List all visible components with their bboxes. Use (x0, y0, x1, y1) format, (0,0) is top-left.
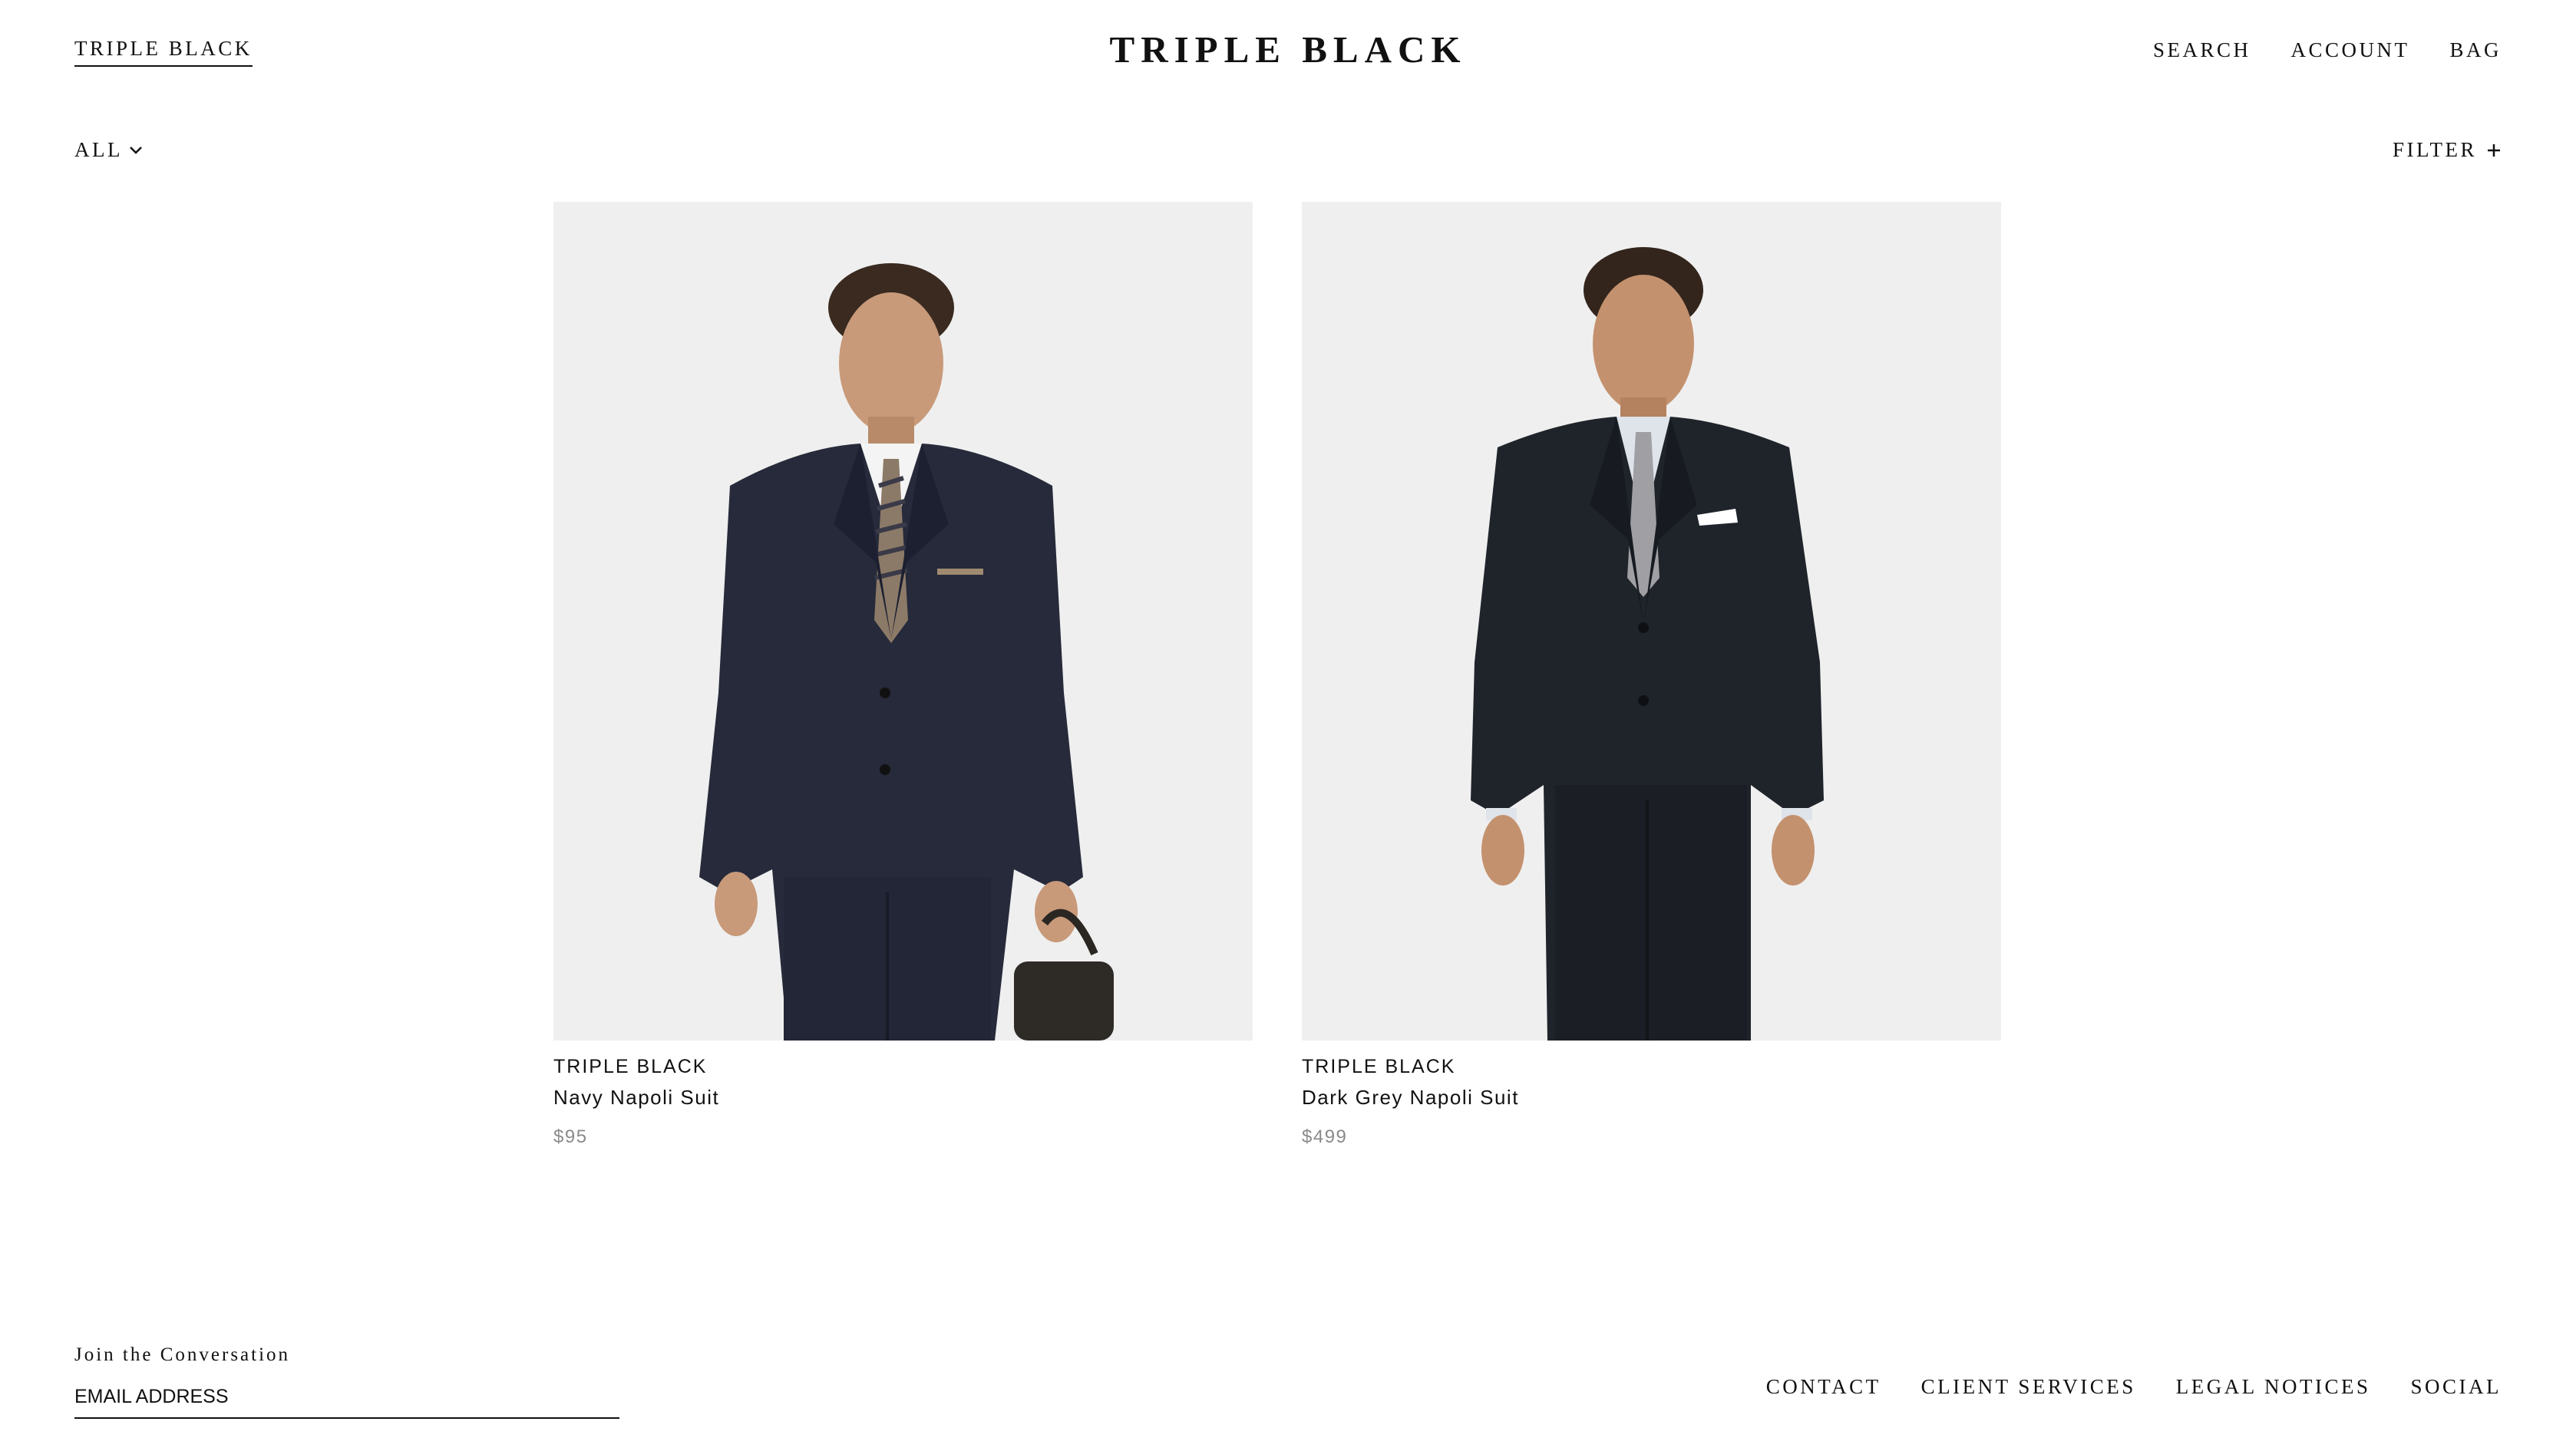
footer-link-contact[interactable]: CONTACT (1766, 1375, 1881, 1399)
footer-link-legal-notices[interactable]: LEGAL NOTICES (2176, 1375, 2371, 1399)
newsletter-label: Join the Conversation (74, 1344, 291, 1365)
nav-bag[interactable]: BAG (2449, 38, 2502, 62)
category-dropdown[interactable]: ALL (74, 138, 143, 162)
filter-button[interactable]: FILTER (2393, 138, 2502, 162)
product-card[interactable]: TRIPLE BLACK Navy Napoli Suit $95 (553, 202, 1253, 1148)
email-input[interactable] (74, 1386, 619, 1417)
footer-link-client-services[interactable]: CLIENT SERVICES (1921, 1375, 2136, 1399)
footer-nav: CONTACT CLIENT SERVICES LEGAL NOTICES SO… (1766, 1375, 2502, 1399)
header-nav: SEARCH ACCOUNT BAG (2153, 38, 2502, 62)
product-brand[interactable]: TRIPLE BLACK (1302, 1056, 2001, 1078)
product-name[interactable]: Navy Napoli Suit (553, 1086, 1253, 1110)
nav-search[interactable]: SEARCH (2153, 38, 2251, 62)
model-in-suit-illustration (553, 202, 1253, 1041)
site-logo-text[interactable]: TRIPLE BLACK (1110, 28, 1467, 71)
filter-button-label: FILTER (2392, 138, 2477, 161)
product-image[interactable] (1302, 202, 2001, 1041)
site-header: TRIPLE BLACK TRIPLE BLACK SEARCH ACCOUNT… (0, 0, 2576, 107)
chevron-down-icon (129, 146, 143, 155)
product-price: $499 (1302, 1126, 1348, 1147)
model-in-suit-illustration (1302, 202, 2001, 1041)
newsletter-form (74, 1386, 619, 1419)
product-grid: TRIPLE BLACK Navy Napoli Suit $95 TRIPLE… (553, 202, 2001, 1148)
footer-link-social[interactable]: SOCIAL (2410, 1375, 2502, 1399)
category-dropdown-label: ALL (74, 138, 123, 161)
product-brand[interactable]: TRIPLE BLACK (553, 1056, 1253, 1078)
nav-account[interactable]: ACCOUNT (2290, 38, 2409, 62)
plus-icon (2486, 143, 2502, 158)
product-price: $95 (553, 1126, 588, 1147)
product-image[interactable] (553, 202, 1253, 1041)
product-name[interactable]: Dark Grey Napoli Suit (1302, 1086, 2001, 1110)
product-card[interactable]: TRIPLE BLACK Dark Grey Napoli Suit $499 (1302, 202, 2001, 1148)
